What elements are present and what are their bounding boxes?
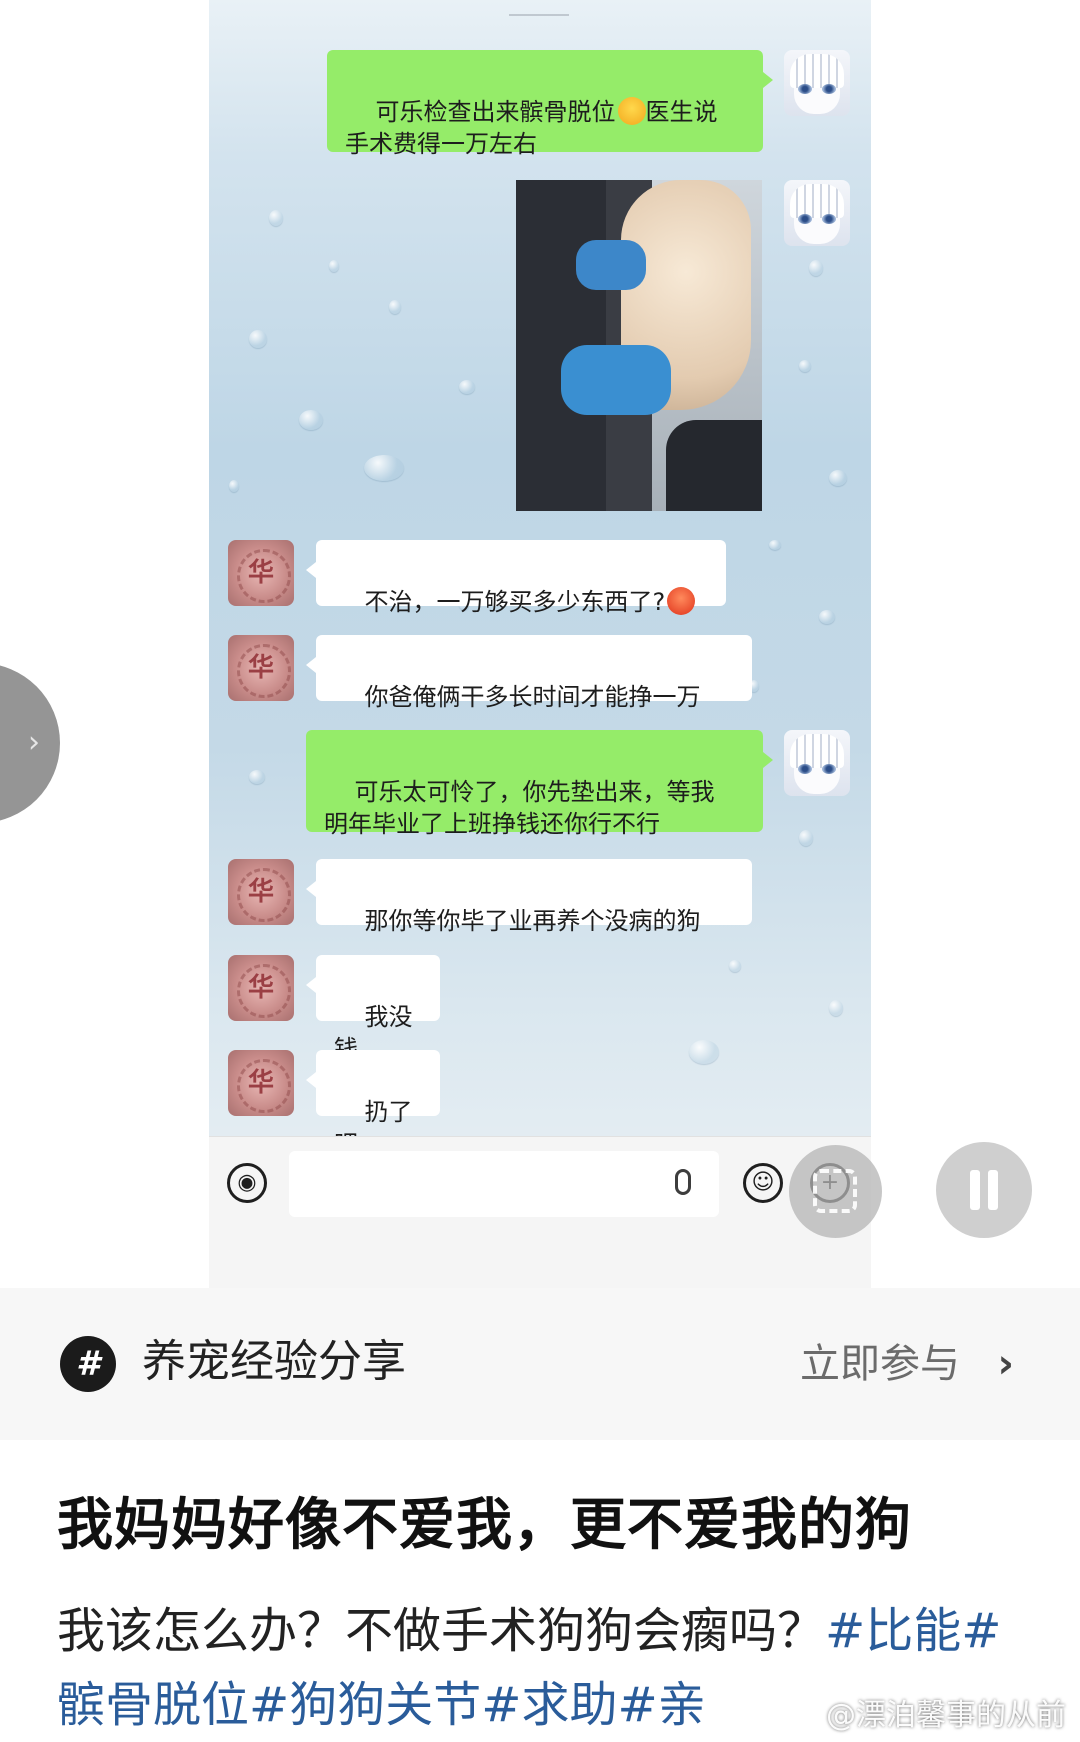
watermark: @漂泊馨事的从前 (826, 1698, 1066, 1733)
my-message-bubble[interactable]: 可乐太可怜了，你先垫出来，等我 明年毕业了上班挣钱还你行不行 (306, 730, 773, 838)
avatar-glyph: 华 (247, 653, 274, 683)
their-message-bubble[interactable]: 你爸俺俩干多长时间才能挣一万 (306, 635, 752, 711)
hashtag-icon: # (60, 1336, 116, 1392)
hashtag-link[interactable]: #求助 (481, 1677, 617, 1733)
message-text: 可乐太可怜了，你先垫出来，等我 明年毕业了上班挣钱还你行不行 (324, 778, 715, 838)
hashtag-link[interactable]: #狗狗关节 (249, 1677, 481, 1733)
my-avatar[interactable] (784, 180, 850, 246)
chat-screenshot: 可乐检查出来髌骨脱位 医生说 手术费得一万左右 华 不治，一万够买多少东西了? 华… (209, 0, 871, 1288)
voice-icon[interactable]: ◉ (227, 1163, 267, 1203)
emoji-icon[interactable]: ☺ (743, 1163, 783, 1203)
post-title: 我妈妈好像不爱我，更不爱我的狗 (57, 1493, 912, 1558)
mom-avatar[interactable]: 华 (228, 859, 294, 925)
topic-bar[interactable]: # 养宠经验分享 立即参与 › (0, 1288, 1080, 1440)
message-input[interactable] (289, 1151, 719, 1217)
mom-avatar[interactable]: 华 (228, 1050, 294, 1116)
microphone-icon[interactable] (675, 1169, 691, 1195)
post-body-text: 我该怎么办？不做手术狗狗会瘸吗？ (57, 1603, 826, 1659)
chat-input-bar: ◉ ☺ + (209, 1136, 871, 1288)
their-message-bubble[interactable]: 不治，一万够买多少东西了? (306, 540, 726, 616)
hashtag-link[interactable]: #比能 (825, 1603, 961, 1659)
chevron-right-icon[interactable]: › (998, 1336, 1014, 1392)
avatar-glyph: 华 (247, 973, 274, 1003)
message-text: 不治，一万够买多少东西了? (364, 588, 666, 616)
avatar-glyph: 华 (247, 1068, 274, 1098)
their-message-bubble[interactable]: 扔了吧 (306, 1050, 440, 1158)
pause-button[interactable] (936, 1142, 1032, 1238)
status-notch (509, 0, 569, 16)
message-text: 那你等你毕了业再养个没病的狗 (364, 907, 701, 935)
screenshot-icon[interactable] (789, 1145, 882, 1238)
my-message-bubble[interactable]: 可乐检查出来髌骨脱位 医生说 手术费得一万左右 (327, 50, 773, 158)
their-message-bubble[interactable]: 那你等你毕了业再养个没病的狗 (306, 859, 752, 935)
crying-face-icon (617, 97, 646, 125)
mom-avatar[interactable]: 华 (228, 955, 294, 1021)
hashtag-link[interactable]: #亲 (617, 1677, 705, 1733)
avatar-glyph: 华 (247, 558, 274, 588)
angry-face-icon (667, 587, 696, 615)
mom-avatar[interactable]: 华 (228, 635, 294, 701)
mom-avatar[interactable]: 华 (228, 540, 294, 606)
message-text: 可乐检查出来髌骨脱位 (375, 98, 616, 126)
topic-title: 养宠经验分享 (142, 1336, 406, 1387)
avatar-glyph: 华 (247, 877, 274, 907)
my-avatar[interactable] (784, 730, 850, 796)
dog-photo-message[interactable] (516, 180, 762, 511)
join-topic-link[interactable]: 立即参与 (800, 1336, 960, 1392)
message-text: 你爸俺俩干多长时间才能挣一万 (364, 683, 701, 711)
previous-arrow-button[interactable]: › (0, 663, 60, 823)
their-message-bubble[interactable]: 我没钱 (306, 955, 440, 1063)
my-avatar[interactable] (784, 50, 850, 116)
